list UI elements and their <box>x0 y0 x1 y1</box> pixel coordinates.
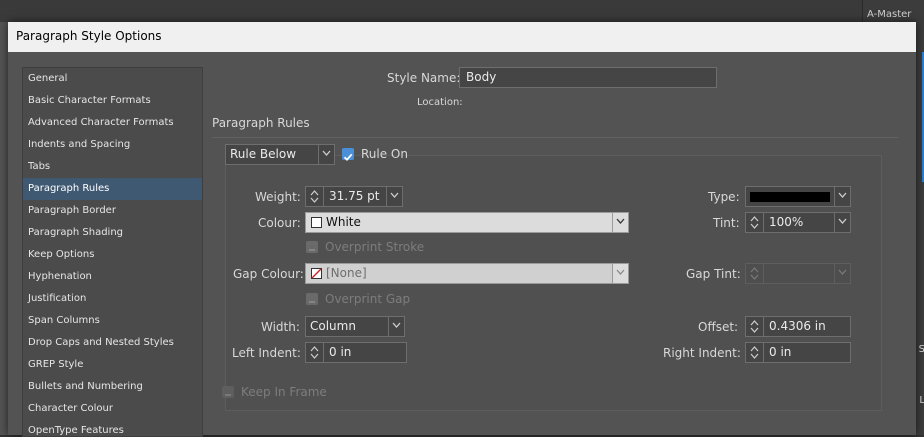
section-title: Paragraph Rules <box>212 116 310 130</box>
gap-colour-value: [None] <box>326 266 367 280</box>
location-label: Location: <box>417 97 463 108</box>
chevron-down-icon[interactable] <box>386 187 402 206</box>
gap-colour-label: Gap Colour: <box>233 267 304 281</box>
gap-colour-dropdown[interactable]: [None] <box>305 263 629 284</box>
chevron-down-icon <box>612 264 628 283</box>
sidebar-item-drop-caps[interactable]: Drop Caps and Nested Styles <box>23 332 202 354</box>
weight-stepper[interactable]: 31.75 pt <box>305 186 403 207</box>
overprint-stroke-label: Overprint Stroke <box>325 240 425 254</box>
keep-in-frame-label: Keep In Frame <box>241 385 327 399</box>
panel-letter-l: L <box>919 395 924 406</box>
minus-icon <box>309 301 315 303</box>
rule-on-checkbox[interactable] <box>342 148 354 162</box>
sidebar-item-paragraph-shading[interactable]: Paragraph Shading <box>23 222 202 244</box>
gap-tint-label: Gap Tint: <box>686 267 741 281</box>
style-name-label: Style Name: <box>387 71 461 85</box>
right-indent-label: Right Indent: <box>663 346 741 360</box>
sidebar-item-grep-style[interactable]: GREP Style <box>23 354 202 376</box>
sidebar-item-basic-character-formats[interactable]: Basic Character Formats <box>23 90 202 112</box>
stepper-arrows-icon[interactable] <box>306 187 324 206</box>
sidebar-item-paragraph-rules[interactable]: Paragraph Rules <box>23 178 202 200</box>
stepper-arrows-icon <box>746 264 764 283</box>
sidebar-item-keep-options[interactable]: Keep Options <box>23 244 202 266</box>
paragraph-style-dialog: Paragraph Style Options General Basic Ch… <box>8 22 916 437</box>
chevron-down-icon <box>834 187 850 206</box>
tint-stepper[interactable]: 100% <box>745 212 851 233</box>
sidebar-item-bullets-and-numbering[interactable]: Bullets and Numbering <box>23 376 202 398</box>
stepper-arrows-icon[interactable] <box>746 213 764 232</box>
overprint-stroke-checkbox[interactable] <box>306 241 318 253</box>
colour-dropdown[interactable]: White <box>305 212 629 233</box>
checkmark-icon <box>343 153 353 162</box>
stroke-type-preview <box>750 192 830 202</box>
left-indent-label: Left Indent: <box>232 346 301 360</box>
rule-on-label: Rule On <box>361 147 408 161</box>
style-name-input[interactable]: Body <box>459 67 717 88</box>
dialog-title: Paragraph Style Options <box>16 29 162 43</box>
left-indent-stepper[interactable]: 0 in <box>305 342 407 363</box>
colour-label: Colour: <box>258 216 301 230</box>
keep-in-frame-checkbox[interactable] <box>222 386 234 398</box>
weight-label: Weight: <box>255 190 301 204</box>
stepper-arrows-icon[interactable] <box>306 343 324 362</box>
chevron-down-icon <box>388 317 404 336</box>
sidebar-item-general[interactable]: General <box>23 68 202 90</box>
minus-icon <box>309 249 315 251</box>
sidebar-item-justification[interactable]: Justification <box>23 288 202 310</box>
rule-type-value: Rule Below <box>230 147 297 161</box>
stepper-arrows-icon[interactable] <box>746 317 764 336</box>
width-dropdown[interactable]: Column <box>305 316 405 337</box>
type-label: Type: <box>708 190 740 204</box>
offset-stepper[interactable]: 0.4306 in <box>745 316 851 337</box>
sidebar-item-indents-and-spacing[interactable]: Indents and Spacing <box>23 134 202 156</box>
minus-icon <box>225 394 231 396</box>
master-page-label: A-Master <box>867 9 912 20</box>
sidebar-item-opentype-features[interactable]: OpenType Features <box>23 420 202 436</box>
sidebar-item-hyphenation[interactable]: Hyphenation <box>23 266 202 288</box>
panel-letter-s: S <box>918 344 924 355</box>
gap-tint-stepper[interactable] <box>745 263 851 284</box>
offset-value: 0.4306 in <box>769 319 826 333</box>
left-indent-value: 0 in <box>329 345 352 359</box>
dialog-titlebar[interactable]: Paragraph Style Options <box>8 22 916 52</box>
overprint-gap-checkbox[interactable] <box>306 293 318 305</box>
stepper-arrows-icon[interactable] <box>746 343 764 362</box>
rule-type-dropdown[interactable]: Rule Below <box>225 144 335 165</box>
chevron-down-icon[interactable] <box>834 213 850 232</box>
colour-value: White <box>326 215 361 229</box>
offset-label: Offset: <box>698 320 739 334</box>
width-value: Column <box>310 319 356 333</box>
sidebar-item-advanced-character-formats[interactable]: Advanced Character Formats <box>23 112 202 134</box>
app-top-strip <box>0 0 862 22</box>
chevron-down-icon <box>612 213 628 232</box>
stroke-type-dropdown[interactable] <box>745 186 851 207</box>
overprint-gap-label: Overprint Gap <box>325 292 411 306</box>
sidebar-item-span-columns[interactable]: Span Columns <box>23 310 202 332</box>
tint-value: 100% <box>769 215 804 229</box>
options-sidebar: General Basic Character Formats Advanced… <box>22 67 203 437</box>
right-indent-value: 0 in <box>769 345 792 359</box>
right-indent-stepper[interactable]: 0 in <box>745 342 851 363</box>
weight-value: 31.75 pt <box>329 189 380 203</box>
white-swatch-icon <box>311 217 322 228</box>
sidebar-item-tabs[interactable]: Tabs <box>23 156 202 178</box>
width-label: Width: <box>261 320 300 334</box>
none-swatch-icon <box>311 268 322 279</box>
tint-label: Tint: <box>713 216 740 230</box>
section-divider <box>212 137 898 138</box>
sidebar-item-character-colour[interactable]: Character Colour <box>23 398 202 420</box>
chevron-down-icon <box>834 264 850 283</box>
sidebar-item-paragraph-border[interactable]: Paragraph Border <box>23 200 202 222</box>
chevron-down-icon <box>318 145 334 164</box>
